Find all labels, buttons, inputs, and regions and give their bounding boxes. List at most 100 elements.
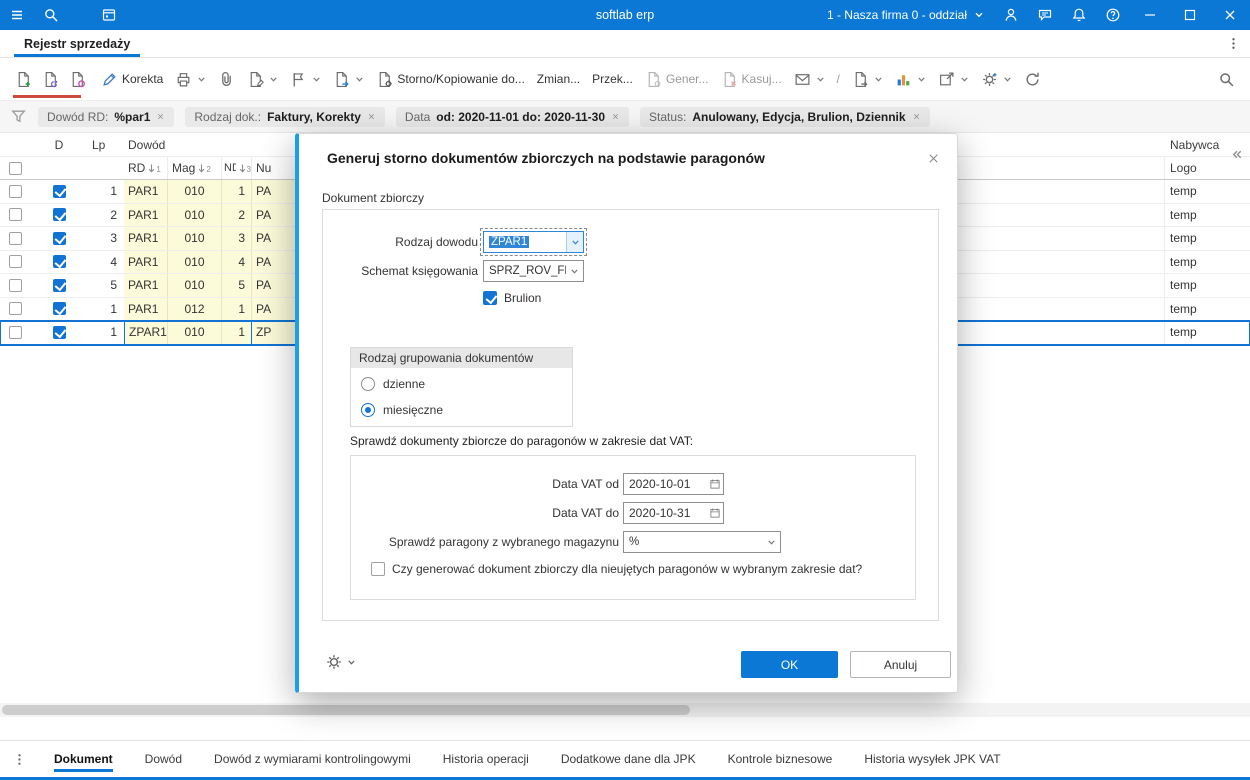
column-header-lp[interactable]: Lp bbox=[88, 138, 124, 152]
radio-dzienne-row[interactable]: dzienne bbox=[361, 377, 562, 391]
rodzaj-dowodu-combo[interactable]: ZPAR1 bbox=[480, 228, 587, 256]
preview-document-button[interactable] bbox=[64, 67, 91, 92]
messages-button[interactable] bbox=[1028, 0, 1062, 30]
generate-missing-checkbox-row[interactable]: Czy generować dokument zbiorczy dla nieu… bbox=[371, 562, 862, 576]
remove-filter-icon[interactable] bbox=[367, 112, 376, 121]
toolbar: Korekta Storno/Kopiowanie do... Zmian...… bbox=[0, 58, 1250, 100]
przeksiegowanie-button[interactable]: Przek... bbox=[587, 68, 638, 90]
column-header-mag[interactable]: Mag 2 bbox=[168, 157, 222, 179]
row-d-checkbox[interactable] bbox=[52, 325, 66, 339]
schemat-ksiegowania-combo[interactable]: SPRZ_ROV_FK bbox=[483, 260, 584, 282]
zmiana-button[interactable]: Zmian... bbox=[532, 68, 585, 90]
column-header-rd[interactable]: RD 1 bbox=[124, 157, 168, 179]
send-document-button[interactable] bbox=[847, 67, 888, 92]
tab-kontrole-biznesowe[interactable]: Kontrole biznesowe bbox=[728, 742, 833, 776]
dialog-settings-button[interactable] bbox=[325, 653, 356, 671]
scrollbar-thumb[interactable] bbox=[2, 705, 690, 715]
column-header-d[interactable]: D bbox=[30, 138, 88, 152]
row-d-checkbox[interactable] bbox=[52, 278, 66, 292]
data-vat-do-input[interactable]: 2020-10-31 bbox=[623, 502, 724, 524]
calendar-icon[interactable] bbox=[706, 507, 723, 519]
notifications-button[interactable] bbox=[1062, 0, 1096, 30]
global-search-button[interactable] bbox=[34, 0, 68, 30]
bottom-tabs-menu-button[interactable] bbox=[0, 752, 38, 767]
storno-copy-button[interactable]: Storno/Kopiowanie do... bbox=[371, 67, 529, 92]
tab-dowod-z-wymiarami[interactable]: Dowód z wymiarami kontrolingowymi bbox=[214, 742, 411, 776]
export-window-button[interactable] bbox=[933, 67, 974, 92]
cell-rd: PAR1 bbox=[124, 297, 168, 320]
column-label: RD bbox=[128, 161, 146, 175]
filter-chip-rodzaj-dok[interactable]: Rodzaj dok.: Faktury, Korekty bbox=[185, 106, 385, 127]
row-select-checkbox[interactable] bbox=[8, 255, 22, 269]
analysis-chart-button[interactable] bbox=[890, 67, 931, 92]
search-records-button[interactable] bbox=[1213, 67, 1240, 92]
cell-nd: 1 bbox=[222, 180, 252, 203]
calendar-icon[interactable] bbox=[706, 478, 723, 490]
ok-button[interactable]: OK bbox=[741, 651, 838, 678]
flag-button[interactable] bbox=[285, 67, 326, 92]
tab-historia-wysylek-jpk[interactable]: Historia wysyłek JPK VAT bbox=[864, 742, 1000, 776]
tab-overflow-menu-button[interactable] bbox=[1216, 30, 1250, 57]
horizontal-scrollbar[interactable] bbox=[0, 703, 1250, 717]
document-edit-export-button[interactable] bbox=[242, 67, 283, 92]
tab-historia-operacji[interactable]: Historia operacji bbox=[443, 742, 529, 776]
duplicate-document-button[interactable] bbox=[37, 67, 64, 92]
row-d-checkbox[interactable] bbox=[52, 208, 66, 222]
minimize-button[interactable] bbox=[1130, 0, 1170, 30]
radio-miesieczne[interactable] bbox=[361, 403, 375, 417]
row-select-checkbox[interactable] bbox=[8, 231, 22, 245]
chevron-down-icon[interactable] bbox=[566, 232, 583, 252]
collapse-panel-button[interactable] bbox=[1230, 145, 1248, 163]
row-d-checkbox[interactable] bbox=[52, 231, 66, 245]
brulion-checkbox-row[interactable]: Brulion bbox=[483, 291, 541, 305]
company-selector[interactable]: 1 - Nasza firma 0 - oddział bbox=[817, 8, 994, 22]
filter-chip-dowod-rd[interactable]: Dowód RD: %par1 bbox=[38, 106, 175, 127]
filter-chip-status[interactable]: Status: Anulowany, Edycja, Brulion, Dzie… bbox=[640, 106, 930, 127]
generate-missing-checkbox[interactable] bbox=[371, 562, 385, 576]
row-select-checkbox[interactable] bbox=[8, 278, 22, 292]
refresh-button[interactable] bbox=[1019, 67, 1046, 92]
dialog-close-button[interactable] bbox=[921, 146, 945, 170]
column-header-nd[interactable]: ND3 bbox=[222, 157, 252, 179]
data-vat-od-input[interactable]: 2020-10-01 bbox=[623, 473, 724, 495]
row-select-checkbox[interactable] bbox=[8, 325, 22, 339]
row-d-checkbox[interactable] bbox=[52, 302, 66, 316]
tab-dokument[interactable]: Dokument bbox=[54, 742, 113, 776]
copy-document-to-button[interactable] bbox=[328, 67, 369, 92]
app-icon[interactable] bbox=[92, 0, 126, 30]
row-select-checkbox[interactable] bbox=[8, 302, 22, 316]
email-button[interactable] bbox=[789, 67, 830, 92]
user-profile-button[interactable] bbox=[994, 0, 1028, 30]
column-header-logo[interactable]: Logo bbox=[1165, 161, 1238, 175]
tab-rejestr-sprzedazy[interactable]: Rejestr sprzedaży bbox=[14, 30, 141, 57]
select-all-checkbox[interactable] bbox=[8, 161, 22, 175]
row-d-checkbox[interactable] bbox=[52, 255, 66, 269]
remove-filter-icon[interactable] bbox=[912, 112, 921, 121]
filter-chip-data[interactable]: Data od: 2020-11-01 do: 2020-11-30 bbox=[395, 106, 630, 127]
chevron-down-icon[interactable] bbox=[566, 261, 583, 281]
remove-filter-icon[interactable] bbox=[611, 112, 620, 121]
attachments-button[interactable] bbox=[213, 67, 240, 92]
data-vat-od-label: Data VAT od bbox=[552, 477, 619, 491]
brulion-checkbox[interactable] bbox=[483, 291, 497, 305]
row-d-checkbox[interactable] bbox=[52, 184, 66, 198]
close-window-button[interactable] bbox=[1210, 0, 1250, 30]
tab-dodatkowe-dane-jpk[interactable]: Dodatkowe dane dla JPK bbox=[561, 742, 696, 776]
magazyn-combo[interactable]: % bbox=[623, 531, 781, 553]
chevron-down-icon[interactable] bbox=[763, 532, 780, 552]
hamburger-menu-button[interactable] bbox=[0, 0, 34, 30]
korekta-button[interactable]: Korekta bbox=[96, 67, 168, 92]
radio-dzienne[interactable] bbox=[361, 377, 375, 391]
radio-miesieczne-row[interactable]: miesięczne bbox=[361, 403, 562, 417]
cancel-button[interactable]: Anuluj bbox=[850, 651, 951, 678]
row-select-checkbox[interactable] bbox=[8, 208, 22, 222]
maximize-button[interactable] bbox=[1170, 0, 1210, 30]
column-header-nu[interactable]: Nu bbox=[252, 161, 296, 175]
tab-dowod[interactable]: Dowód bbox=[145, 742, 182, 776]
new-document-button[interactable] bbox=[10, 67, 37, 92]
remove-filter-icon[interactable] bbox=[156, 112, 165, 121]
row-select-checkbox[interactable] bbox=[8, 184, 22, 198]
help-button[interactable] bbox=[1096, 0, 1130, 30]
settings-button[interactable] bbox=[976, 67, 1017, 92]
print-button[interactable] bbox=[170, 67, 211, 92]
